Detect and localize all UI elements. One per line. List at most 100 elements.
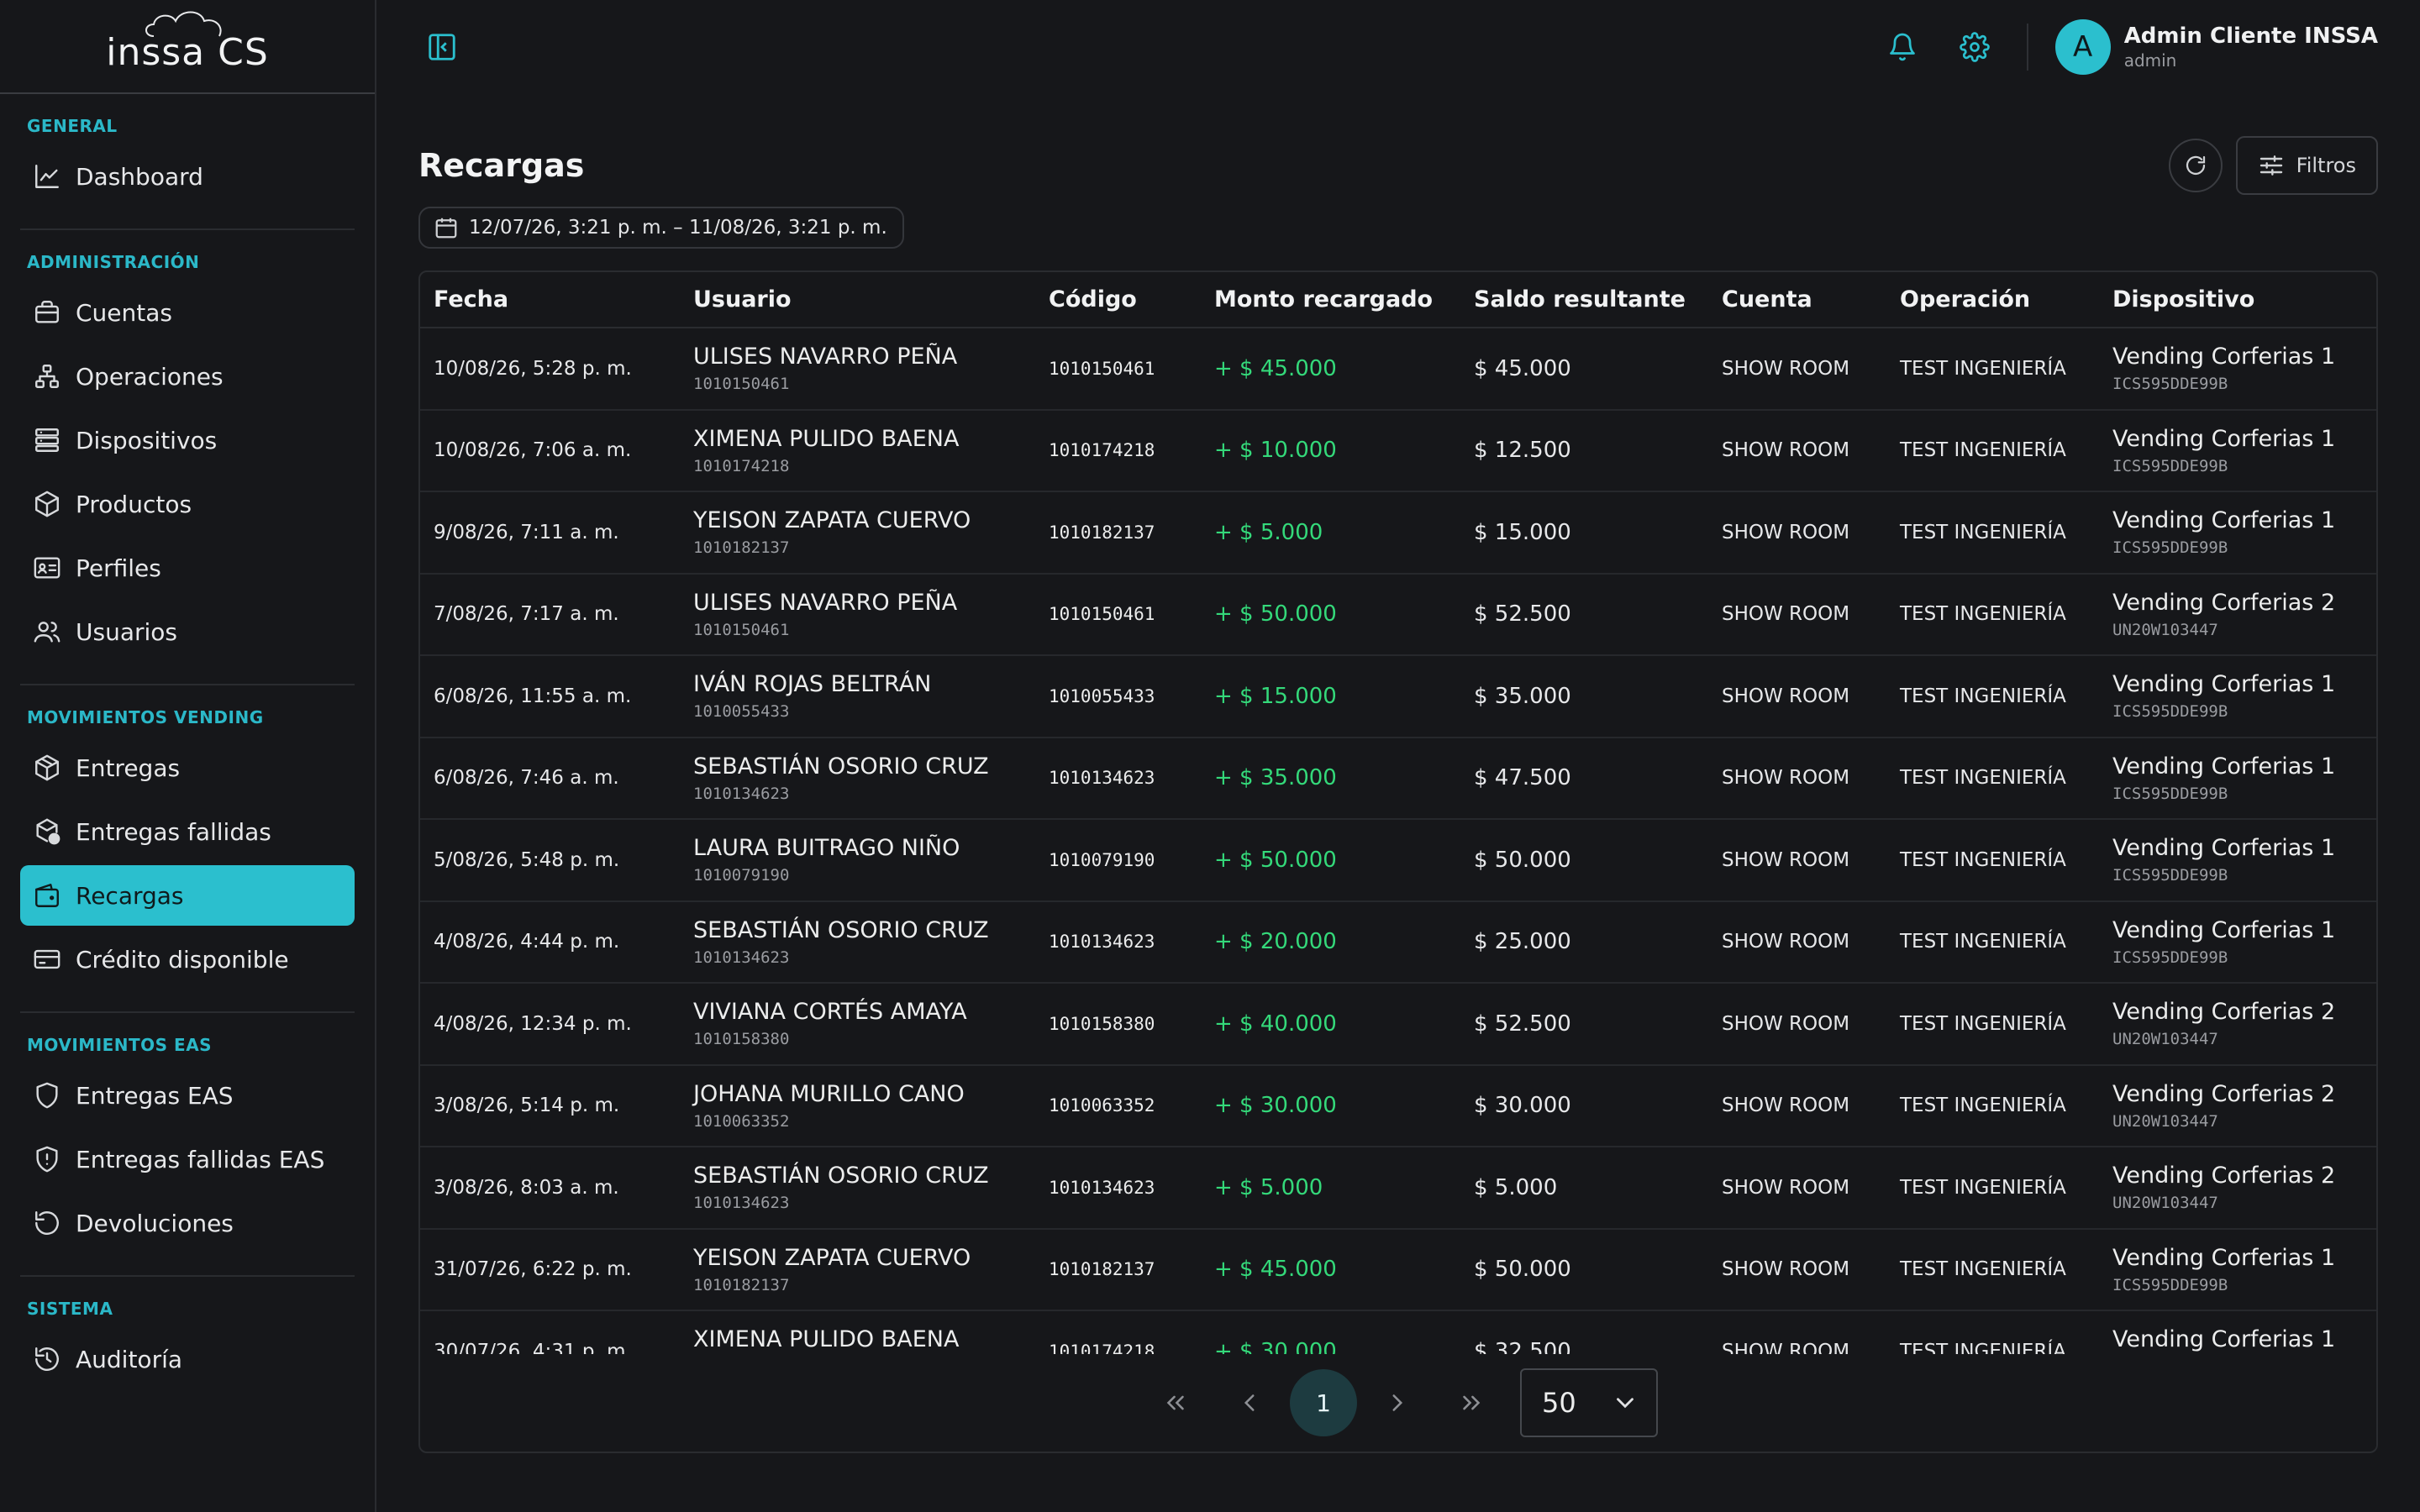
sidebar-item-dispositivos[interactable]: Dispositivos: [20, 410, 355, 470]
cell-codigo: 1010055433: [1035, 655, 1201, 738]
table-row[interactable]: 31/07/26, 6:22 p. m. YEISON ZAPATA CUERVO…: [420, 1228, 2376, 1311]
table-row[interactable]: 9/08/26, 7:11 a. m. YEISON ZAPATA CUERVO 1…: [420, 491, 2376, 575]
filters-button[interactable]: Filtros: [2235, 136, 2378, 195]
table-row[interactable]: 7/08/26, 7:17 a. m. ULISES NAVARRO PEÑA 10…: [420, 573, 2376, 656]
user-name-cell: IVÁN ROJAS BELTRÁN: [693, 671, 932, 698]
sidebar-item-perfiles[interactable]: Perfiles: [20, 538, 355, 598]
user-menu[interactable]: A Admin Cliente INSSA admin: [2054, 19, 2378, 75]
table-row[interactable]: 10/08/26, 5:28 p. m. ULISES NAVARRO PEÑA 1…: [420, 328, 2376, 411]
date-range-value: 12/07/26, 3:21 p. m. – 11/08/26, 3:21 p.…: [469, 217, 887, 239]
sidebar-item-label: Devoluciones: [76, 1209, 234, 1237]
sidebar-section-title: MOVIMIENTOS EAS: [27, 1035, 213, 1055]
cell-fecha: 3/08/26, 5:14 p. m.: [420, 1064, 680, 1147]
refresh-icon: [2186, 155, 2205, 176]
cell-fecha: 10/08/26, 7:06 a. m.: [420, 409, 680, 492]
page-number-button[interactable]: 1: [1290, 1369, 1357, 1436]
account-value: SHOW ROOM: [1722, 357, 1850, 380]
table-row[interactable]: 6/08/26, 7:46 a. m. SEBASTIÁN OSORIO CRUZ…: [420, 737, 2376, 820]
notifications-button[interactable]: [1879, 24, 1926, 71]
column-header[interactable]: Dispositivo: [2099, 272, 2376, 328]
sidebar-item-label: Entregas EAS: [76, 1081, 234, 1110]
column-header[interactable]: Saldo resultante: [1460, 272, 1708, 328]
table-row[interactable]: 4/08/26, 12:34 p. m. VIVIANA CORTÉS AMAYA…: [420, 983, 2376, 1066]
sidebar-item-devoluciones[interactable]: Devoluciones: [20, 1193, 355, 1253]
sidebar-item-cuentas[interactable]: Cuentas: [20, 282, 355, 343]
recargas-table: Fecha Usuario Código Monto recargado Saldo r…: [420, 272, 2376, 1354]
table-row[interactable]: 30/07/26, 4:31 p. m. XIMENA PULIDO BAENA 1…: [420, 1310, 2376, 1354]
user-name-cell: XIMENA PULIDO BAENA: [693, 1326, 960, 1353]
user-name: Admin Cliente INSSA: [2123, 24, 2378, 49]
first-page-button[interactable]: [1142, 1369, 1209, 1436]
cell-fecha: 31/07/26, 6:22 p. m.: [420, 1228, 680, 1311]
chart-line-icon: [32, 161, 62, 192]
gear-icon: [1959, 32, 1990, 62]
cell-codigo: 1010134623: [1035, 737, 1201, 820]
table-scroll-area[interactable]: Fecha Usuario Código Monto recargado Saldo r…: [420, 272, 2376, 1354]
sidebar-item-entregas-eas[interactable]: Entregas EAS: [20, 1065, 355, 1126]
device-name: Vending Corferias 1: [2112, 916, 2336, 943]
cell-cuenta: SHOW ROOM: [1708, 573, 1886, 656]
refresh-button[interactable]: [2168, 139, 2223, 192]
column-header[interactable]: Cuenta: [1708, 272, 1886, 328]
user-name-cell: VIVIANA CORTÉS AMAYA: [693, 999, 967, 1026]
sidebar-item-credito-disponible[interactable]: Crédito disponible: [20, 929, 355, 990]
cell-fecha: 6/08/26, 11:55 a. m.: [420, 655, 680, 738]
prev-page-button[interactable]: [1216, 1369, 1283, 1436]
cell-monto: + $ 40.000: [1201, 983, 1460, 1066]
sidebar-toggle-button[interactable]: [418, 24, 466, 71]
table-row[interactable]: 10/08/26, 7:06 a. m. XIMENA PULIDO BAENA 1…: [420, 409, 2376, 492]
sidebar-item-entregas-fallidas-eas[interactable]: Entregas fallidas EAS: [20, 1129, 355, 1189]
last-page-button[interactable]: [1438, 1369, 1505, 1436]
page-size-select[interactable]: 50: [1520, 1368, 1658, 1437]
hierarchy-icon: [32, 361, 62, 391]
date-range-picker[interactable]: 12/07/26, 3:21 p. m. – 11/08/26, 3:21 p.…: [418, 207, 904, 249]
balance-value: $ 15.000: [1474, 519, 1571, 545]
calendar-icon: [435, 218, 457, 239]
filters-label: Filtros: [2296, 154, 2356, 177]
sidebar-item-auditoria[interactable]: Auditoría: [20, 1329, 355, 1389]
column-header[interactable]: Código: [1035, 272, 1201, 328]
sidebar-item-productos[interactable]: Productos: [20, 474, 355, 534]
cell-saldo: $ 12.500: [1460, 409, 1708, 492]
account-value: SHOW ROOM: [1722, 767, 1850, 790]
sidebar-item-usuarios[interactable]: Usuarios: [20, 601, 355, 662]
table-row[interactable]: 6/08/26, 11:55 a. m. IVÁN ROJAS BELTRÁN 10…: [420, 655, 2376, 738]
table-row[interactable]: 5/08/26, 5:48 p. m. LAURA BUITRAGO NIÑO 10…: [420, 819, 2376, 902]
chevron-left-icon: [1244, 1394, 1255, 1411]
column-header[interactable]: Monto recargado: [1201, 272, 1460, 328]
cell-dispositivo: Vending Corferias 2 UN20W103447: [2099, 1064, 2376, 1147]
server-icon: [32, 425, 62, 455]
next-page-button[interactable]: [1364, 1369, 1431, 1436]
user-name-cell: JOHANA MURILLO CANO: [693, 1080, 965, 1107]
sidebar-nav: GENERAL Dashboard ADMINISTRACIÓN Cuentas Ope…: [0, 94, 375, 1411]
sidebar-item-dashboard[interactable]: Dashboard: [20, 146, 355, 207]
operation-value: TEST INGENIERÍA: [1900, 685, 2066, 707]
cell-usuario: IVÁN ROJAS BELTRÁN 1010055433: [680, 655, 1035, 738]
cell-monto: + $ 10.000: [1201, 409, 1460, 492]
sidebar-item-entregas[interactable]: Entregas: [20, 738, 355, 798]
device-name: Vending Corferias 2: [2112, 999, 2336, 1026]
device-id: ICS595DDE99B: [2112, 456, 2228, 475]
column-header[interactable]: Usuario: [680, 272, 1035, 328]
cell-saldo: $ 52.500: [1460, 983, 1708, 1066]
table-row[interactable]: 4/08/26, 4:44 p. m. SEBASTIÁN OSORIO CRUZ…: [420, 900, 2376, 984]
table-row[interactable]: 3/08/26, 8:03 a. m. SEBASTIÁN OSORIO CRUZ…: [420, 1147, 2376, 1230]
sidebar-item-entregas-fallidas[interactable]: Entregas fallidas: [20, 801, 355, 862]
table-row[interactable]: 3/08/26, 5:14 p. m. JOHANA MURILLO CANO 10…: [420, 1064, 2376, 1147]
sidebar-item-recargas[interactable]: Recargas: [20, 865, 355, 926]
logo[interactable]: inssa CS: [0, 0, 375, 94]
cell-fecha: 10/08/26, 5:28 p. m.: [420, 328, 680, 411]
column-header[interactable]: Fecha: [420, 272, 680, 328]
device-name: Vending Corferias 2: [2112, 1163, 2336, 1189]
bell-icon: [1889, 33, 1915, 61]
cell-saldo: $ 47.500: [1460, 737, 1708, 820]
settings-button[interactable]: [1951, 24, 1998, 71]
cell-operacion: TEST INGENIERÍA: [1886, 900, 2099, 984]
cell-operacion: TEST INGENIERÍA: [1886, 328, 2099, 411]
sidebar-item-operaciones[interactable]: Operaciones: [20, 346, 355, 407]
balance-value: $ 45.000: [1474, 355, 1571, 381]
balance-value: $ 52.500: [1474, 1011, 1571, 1037]
column-header[interactable]: Operación: [1886, 272, 2099, 328]
code-value: 1010079190: [1049, 849, 1155, 870]
recargas-table-card: Fecha Usuario Código Monto recargado Saldo r…: [418, 270, 2378, 1453]
